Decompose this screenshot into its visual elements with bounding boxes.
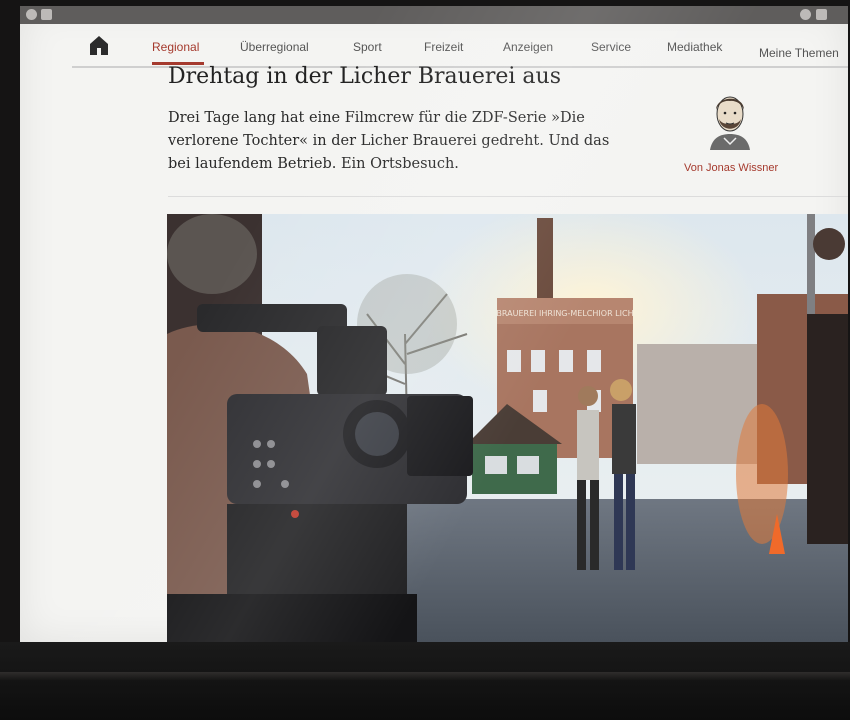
device-edge bbox=[0, 672, 850, 680]
author-byline[interactable]: Von Jonas Wissner bbox=[684, 162, 778, 174]
nav-item-sport[interactable]: Sport bbox=[353, 40, 382, 54]
status-bar bbox=[20, 6, 848, 24]
nav-item-ueberregional[interactable]: Überregional bbox=[240, 40, 309, 54]
nav-item-anzeigen[interactable]: Anzeigen bbox=[503, 40, 553, 54]
article-lead: Drei Tage lang hat eine Filmcrew für die… bbox=[168, 110, 610, 172]
signal-icon bbox=[800, 9, 811, 20]
device-bezel bbox=[0, 642, 850, 720]
message-icon bbox=[41, 9, 52, 20]
nav-item-mediathek[interactable]: Mediathek bbox=[667, 40, 722, 54]
nav-item-freizeit[interactable]: Freizeit bbox=[424, 40, 463, 54]
main-navigation: Regional Überregional Sport Freizeit Anz… bbox=[72, 24, 848, 68]
browser-screen: Regional Überregional Sport Freizeit Anz… bbox=[20, 6, 848, 642]
battery-icon bbox=[816, 9, 827, 20]
nav-item-service[interactable]: Service bbox=[591, 40, 631, 54]
author-avatar bbox=[710, 96, 750, 150]
home-icon[interactable] bbox=[88, 34, 110, 56]
divider bbox=[168, 196, 848, 197]
nav-item-regional[interactable]: Regional bbox=[152, 40, 199, 54]
settings-icon bbox=[26, 9, 37, 20]
nav-item-meine-themen[interactable]: Meine Themen bbox=[759, 46, 839, 60]
article-photo[interactable]: BRAUEREI IHRING-MELCHIOR LICH bbox=[167, 214, 848, 642]
brewery-sign: BRAUEREI IHRING-MELCHIOR LICH bbox=[496, 309, 633, 318]
article-headline: Drehtag in der Licher Brauerei aus bbox=[168, 64, 561, 89]
